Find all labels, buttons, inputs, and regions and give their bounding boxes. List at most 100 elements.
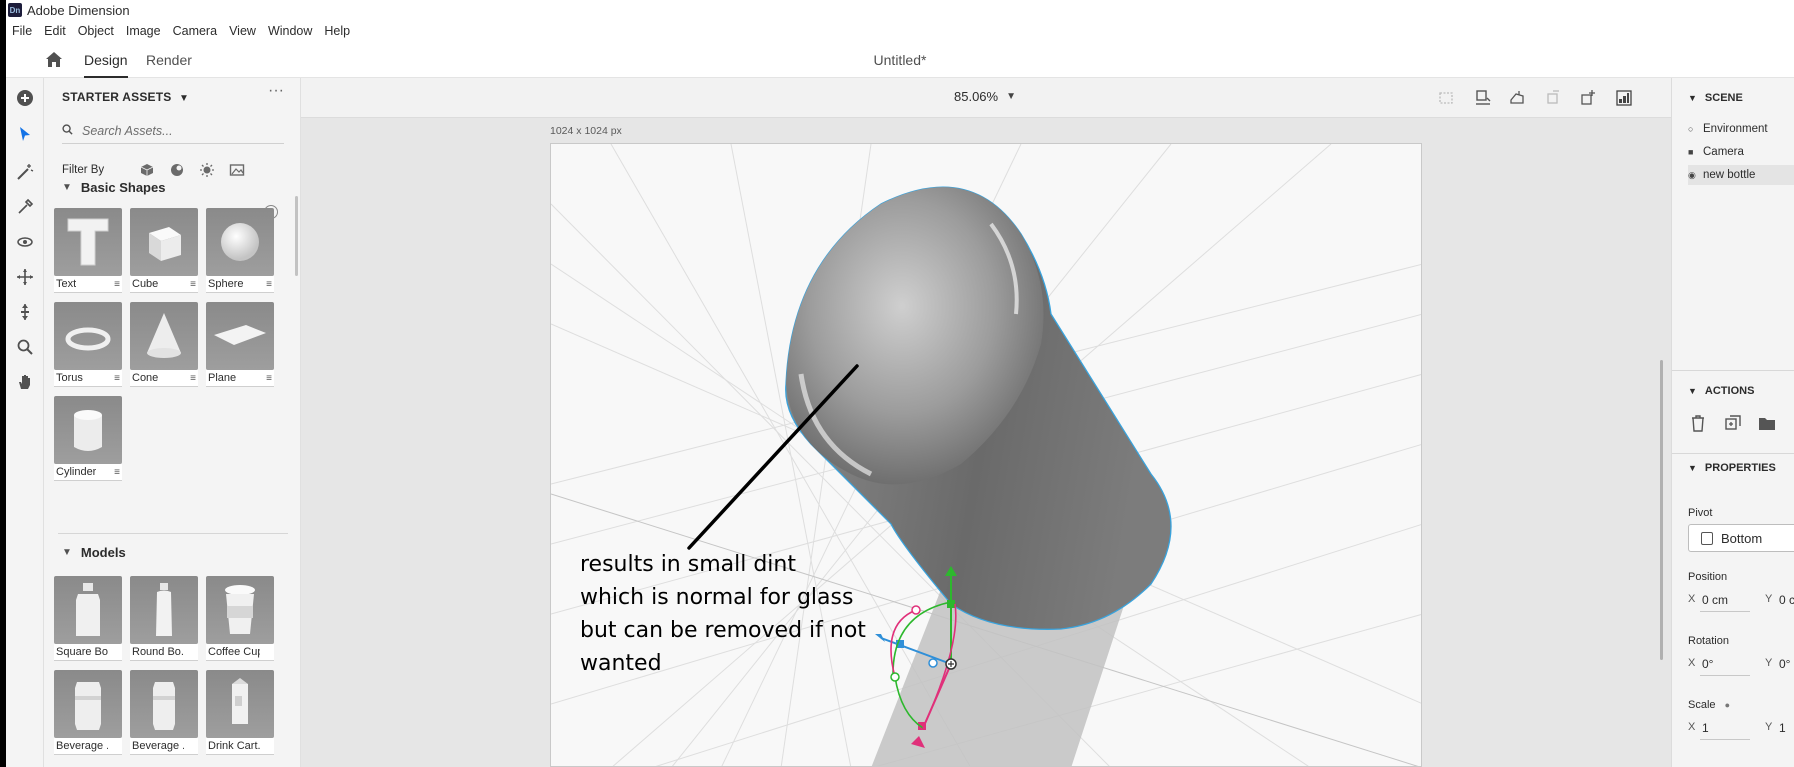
section-divider [1672, 453, 1794, 454]
viewport-scrollbar[interactable] [1660, 360, 1663, 660]
search-placeholder: Search Assets... [82, 123, 173, 138]
viewport[interactable]: 85.06% ▼ 1024 x 1024 px results in small… [301, 78, 1671, 767]
asset-tile-round-bottle[interactable]: Round Bo... [130, 576, 198, 661]
scale-x-input[interactable]: 1 [1702, 721, 1709, 735]
hand-tool-icon[interactable] [15, 372, 35, 392]
asset-tile-cube[interactable]: Cube ≡ [130, 208, 198, 293]
scene-item-camera[interactable]: ■ Camera [1688, 142, 1794, 162]
menu-file[interactable]: File [6, 24, 38, 38]
sliders-icon[interactable]: ≡ [266, 279, 272, 290]
menu-window[interactable]: Window [262, 24, 318, 38]
snap-icon[interactable] [1579, 89, 1597, 107]
cube-thumbnail [130, 208, 198, 276]
position-x-input[interactable]: 0 cm [1702, 593, 1728, 607]
sliders-icon[interactable]: ≡ [190, 373, 196, 384]
annotation-line: wanted [580, 651, 662, 676]
asset-tile-text[interactable]: Text ≡ [54, 208, 122, 293]
asset-label: Beverage ... [132, 740, 184, 752]
asset-tile-square-bottle[interactable]: Square Bo... [54, 576, 122, 661]
scene-item-environment[interactable]: ○ Environment [1688, 119, 1794, 139]
filter-models-icon[interactable] [139, 162, 155, 178]
asset-tile-beverage-can-1[interactable]: Beverage ... [54, 670, 122, 755]
chevron-down-icon: ▼ [1688, 93, 1697, 103]
frame-selection-icon[interactable] [1437, 89, 1455, 107]
render-preview-icon[interactable] [1615, 89, 1633, 107]
models-section-header[interactable]: ▼ Models [62, 545, 126, 560]
round-bottle-thumbnail [130, 576, 198, 644]
square-bottle-thumbnail [54, 576, 122, 644]
asset-label: Coffee Cup [208, 646, 260, 658]
group-icon[interactable] [1758, 414, 1776, 432]
top-bar: Untitled* Design Render [6, 42, 1794, 78]
filter-lights-icon[interactable] [199, 162, 215, 178]
position-y-input[interactable]: 0 c [1779, 593, 1794, 607]
rotation-x-input[interactable]: 0° [1702, 657, 1713, 671]
assets-header-label: STARTER ASSETS [62, 90, 172, 104]
axis-label: X [1688, 593, 1696, 605]
actions-section-header[interactable]: ▼ ACTIONS [1688, 385, 1754, 397]
asset-tile-drink-carton[interactable]: Drink Cart... [206, 670, 274, 755]
asset-tile-beverage-can-2[interactable]: Beverage ... [130, 670, 198, 755]
menu-camera[interactable]: Camera [167, 24, 223, 38]
asset-tile-cylinder[interactable]: Cylinder ≡ [54, 396, 122, 481]
asset-tile-torus[interactable]: Torus ≡ [54, 302, 122, 387]
cylinder-thumbnail [54, 396, 122, 464]
annotation-line: which is normal for glass [580, 585, 854, 610]
scene-canvas[interactable]: results in small dint which is normal fo… [550, 143, 1422, 767]
menu-edit[interactable]: Edit [38, 24, 72, 38]
filter-materials-icon[interactable] [169, 162, 185, 178]
search-assets-field[interactable]: Search Assets... [62, 118, 284, 144]
document-title: Untitled* [873, 52, 927, 68]
sliders-icon[interactable]: ≡ [266, 373, 272, 384]
home-icon[interactable] [44, 50, 64, 70]
filter-images-icon[interactable] [229, 162, 245, 178]
zoom-dropdown[interactable]: 85.06% ▼ [954, 89, 1016, 104]
menu-help[interactable]: Help [318, 24, 356, 38]
sliders-icon[interactable]: ≡ [114, 373, 120, 384]
menu-object[interactable]: Object [72, 24, 120, 38]
eyedropper-icon[interactable] [15, 197, 35, 217]
axis-label: Y [1765, 657, 1773, 669]
add-icon[interactable] [15, 88, 35, 108]
basic-shapes-section-header[interactable]: ▼ Basic Shapes [62, 180, 165, 195]
position-label: Position [1688, 571, 1728, 583]
scene-item-new-bottle[interactable]: ◉ new bottle [1688, 165, 1794, 185]
scene-section-header[interactable]: ▼ SCENE [1688, 92, 1743, 104]
move-to-ground-icon[interactable] [1508, 89, 1526, 107]
menu-view[interactable]: View [223, 24, 262, 38]
assets-panel: STARTER ASSETS ▼ ··· Search Assets... Fi… [44, 78, 301, 767]
menu-image[interactable]: Image [120, 24, 167, 38]
lock-icon[interactable]: ● [1725, 700, 1730, 710]
sliders-icon[interactable]: ≡ [190, 279, 196, 290]
asset-label: Plane [208, 372, 237, 384]
assets-library-dropdown[interactable]: STARTER ASSETS ▼ [62, 90, 189, 104]
reset-transform-icon[interactable] [1544, 89, 1562, 107]
asset-tile-cone[interactable]: Cone ≡ [130, 302, 198, 387]
zoom-tool-icon[interactable] [15, 337, 35, 357]
asset-tile-sphere[interactable]: Sphere ≡ [206, 208, 274, 293]
asset-tile-coffee-cup[interactable]: Coffee Cup [206, 576, 274, 661]
delete-icon[interactable] [1690, 414, 1708, 432]
pivot-dropdown[interactable]: Bottom [1688, 524, 1794, 552]
properties-title: PROPERTIES [1704, 462, 1776, 474]
asset-tile-plane[interactable]: Plane ≡ [206, 302, 274, 387]
orbit-tool-icon[interactable] [15, 232, 35, 252]
model-icon: ◉ [1688, 169, 1696, 180]
sliders-icon[interactable]: ≡ [114, 279, 120, 290]
tab-design[interactable]: Design [84, 42, 128, 78]
scale-y-input[interactable]: 1 [1779, 721, 1786, 735]
assets-scrollbar[interactable] [295, 196, 298, 276]
sliders-icon[interactable]: ≡ [114, 467, 120, 478]
tab-render[interactable]: Render [146, 42, 192, 78]
properties-section-header[interactable]: ▼ PROPERTIES [1688, 462, 1776, 474]
pan-tool-icon[interactable] [15, 267, 35, 287]
align-to-ground-icon[interactable] [1474, 89, 1492, 107]
duplicate-icon[interactable] [1724, 414, 1742, 432]
select-tool-icon[interactable] [15, 124, 35, 144]
more-options-icon[interactable]: ··· [266, 83, 286, 102]
magic-wand-icon[interactable] [15, 162, 35, 182]
dolly-tool-icon[interactable] [15, 302, 35, 322]
scene-item-label: Environment [1703, 123, 1768, 135]
pivot-value: Bottom [1721, 530, 1763, 546]
rotation-y-input[interactable]: 0° [1779, 657, 1790, 671]
